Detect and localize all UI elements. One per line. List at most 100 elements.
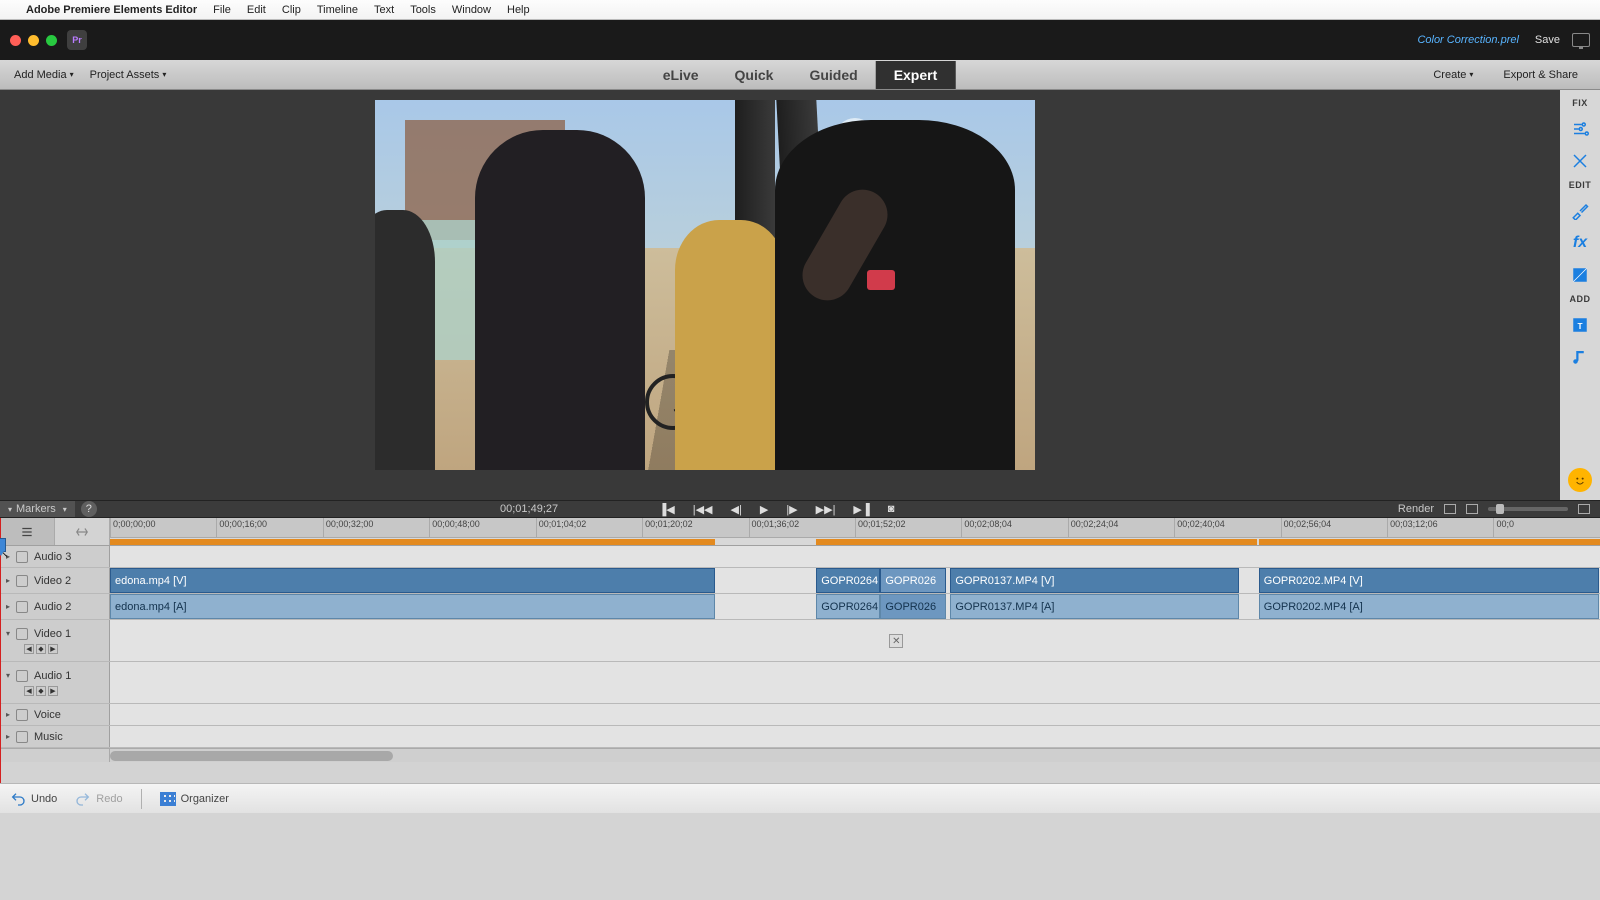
keyframe-add-icon[interactable]: ◆ bbox=[36, 686, 46, 696]
menu-timeline[interactable]: Timeline bbox=[317, 4, 358, 16]
step-forward-icon[interactable]: |▶ bbox=[786, 503, 797, 516]
undo-button[interactable]: Undo bbox=[10, 791, 57, 807]
track-header-video1[interactable]: ▾Video 1 ◀ ◆ ▶ bbox=[0, 620, 110, 661]
menu-window[interactable]: Window bbox=[452, 4, 491, 16]
minimize-window-icon[interactable] bbox=[28, 35, 39, 46]
effects-brush-icon[interactable] bbox=[1567, 198, 1593, 224]
menu-clip[interactable]: Clip bbox=[282, 4, 301, 16]
project-assets-button[interactable]: Project Assets bbox=[82, 69, 175, 81]
tab-guided[interactable]: Guided bbox=[791, 61, 875, 89]
track-header-voice[interactable]: ▸Voice bbox=[0, 704, 110, 725]
keyframe-prev-icon[interactable]: ◀ bbox=[24, 644, 34, 654]
keyframe-next-icon[interactable]: ▶ bbox=[48, 686, 58, 696]
menu-text[interactable]: Text bbox=[374, 4, 394, 16]
transitions-icon[interactable] bbox=[1567, 262, 1593, 288]
menu-file[interactable]: File bbox=[213, 4, 231, 16]
render-button[interactable]: Render bbox=[1398, 503, 1434, 515]
snapshot-icon[interactable]: ◙ bbox=[888, 503, 895, 516]
track-header-audio1[interactable]: ▾Audio 1 ◀ ◆ ▶ bbox=[0, 662, 110, 703]
clip-edona-a[interactable]: edona.mp4 [A] bbox=[110, 594, 715, 619]
track-video2[interactable]: edona.mp4 [V] GOPR0264. GOPR026 GOPR0137… bbox=[110, 568, 1600, 593]
save-button[interactable]: Save bbox=[1535, 34, 1560, 46]
clip-gopr026-v[interactable]: GOPR026 bbox=[880, 568, 946, 593]
time-stretch-tool-icon[interactable] bbox=[55, 518, 110, 545]
right-tool-panel: FIX EDIT fx ADD T bbox=[1560, 90, 1600, 500]
goto-start-icon[interactable]: ▐◀ bbox=[658, 503, 674, 516]
adjust-sliders-icon[interactable] bbox=[1567, 116, 1593, 142]
video-preview[interactable] bbox=[375, 100, 1035, 470]
eye-icon[interactable] bbox=[16, 628, 28, 640]
prev-edit-icon[interactable]: |◀◀ bbox=[693, 503, 713, 516]
add-media-button[interactable]: Add Media bbox=[6, 69, 82, 81]
transport-bar: Markers▾ ? 00;01;49;27 ▐◀ |◀◀ ◀| ▶ |▶ ▶▶… bbox=[0, 500, 1600, 518]
track-audio2[interactable]: edona.mp4 [A] GOPR0264. GOPR026 GOPR0137… bbox=[110, 594, 1600, 619]
step-back-icon[interactable]: ◀| bbox=[731, 503, 742, 516]
clip-gopr0264-v[interactable]: GOPR0264. bbox=[816, 568, 880, 593]
feedback-smiley-icon[interactable] bbox=[1568, 468, 1592, 492]
track-voice[interactable] bbox=[110, 704, 1600, 725]
selection-tool-icon[interactable] bbox=[0, 518, 55, 545]
window-traffic-lights bbox=[10, 35, 57, 46]
track-audio1[interactable] bbox=[110, 662, 1600, 703]
clip-gopr0137-a[interactable]: GOPR0137.MP4 [A] bbox=[950, 594, 1239, 619]
menu-tools[interactable]: Tools bbox=[410, 4, 436, 16]
track-header-audio3[interactable]: ▸Audio 3 bbox=[0, 546, 110, 567]
clip-gopr0137-v[interactable]: GOPR0137.MP4 [V] bbox=[950, 568, 1239, 593]
clip-gopr0202-a[interactable]: GOPR0202.MP4 [A] bbox=[1259, 594, 1599, 619]
create-button[interactable]: Create bbox=[1425, 69, 1481, 81]
fx-icon[interactable]: fx bbox=[1567, 230, 1593, 256]
speaker-icon[interactable] bbox=[16, 670, 28, 682]
titles-icon[interactable]: T bbox=[1567, 312, 1593, 338]
track-music[interactable] bbox=[110, 726, 1600, 747]
zoom-window-icon[interactable] bbox=[46, 35, 57, 46]
redo-button[interactable]: Redo bbox=[75, 791, 122, 807]
fit-timeline-icon[interactable] bbox=[1578, 504, 1590, 514]
mic-icon[interactable] bbox=[16, 709, 28, 721]
app-icon bbox=[67, 30, 87, 50]
main-toolbar: Add Media Project Assets eLive Quick Gui… bbox=[0, 60, 1600, 90]
keyframe-next-icon[interactable]: ▶ bbox=[48, 644, 58, 654]
tab-elive[interactable]: eLive bbox=[645, 61, 717, 89]
clip-gopr0202-v[interactable]: GOPR0202.MP4 [V] bbox=[1259, 568, 1599, 593]
time-ruler[interactable]: 0;00;00;0000;00;16;0000;00;32;0000;00;48… bbox=[110, 518, 1600, 545]
markers-dropdown[interactable]: Markers▾ bbox=[0, 501, 75, 517]
next-edit-icon[interactable]: ▶▶| bbox=[816, 503, 836, 516]
track-header-video2[interactable]: ▸Video 2 bbox=[0, 568, 110, 593]
music-note-icon[interactable] bbox=[1567, 344, 1593, 370]
delete-marker-icon[interactable]: ✕ bbox=[889, 634, 903, 648]
goto-end-icon[interactable]: ▶▐ bbox=[853, 503, 869, 516]
track-audio3[interactable] bbox=[110, 546, 1600, 567]
display-mode-icon[interactable] bbox=[1466, 504, 1478, 514]
speaker-icon[interactable] bbox=[16, 551, 28, 563]
app-name[interactable]: Adobe Premiere Elements Editor bbox=[26, 4, 197, 16]
track-video1[interactable]: ✕ bbox=[110, 620, 1600, 661]
fullscreen-icon[interactable] bbox=[1572, 33, 1590, 47]
tab-expert[interactable]: Expert bbox=[876, 61, 956, 89]
menu-edit[interactable]: Edit bbox=[247, 4, 266, 16]
keyframe-prev-icon[interactable]: ◀ bbox=[24, 686, 34, 696]
clip-gopr026-a[interactable]: GOPR026 bbox=[880, 594, 946, 619]
speaker-icon[interactable] bbox=[16, 601, 28, 613]
track-header-audio2[interactable]: ▸Audio 2 bbox=[0, 594, 110, 619]
menu-help[interactable]: Help bbox=[507, 4, 530, 16]
keyframe-add-icon[interactable]: ◆ bbox=[36, 644, 46, 654]
close-window-icon[interactable] bbox=[10, 35, 21, 46]
tab-quick[interactable]: Quick bbox=[717, 61, 792, 89]
playhead-grip-icon[interactable] bbox=[0, 538, 6, 552]
playhead[interactable] bbox=[0, 518, 1, 783]
panel-add-label: ADD bbox=[1570, 294, 1591, 304]
current-timecode[interactable]: 00;01;49;27 bbox=[500, 503, 558, 515]
clip-gopr0264-a[interactable]: GOPR0264. bbox=[816, 594, 880, 619]
eye-icon[interactable] bbox=[16, 575, 28, 587]
export-share-button[interactable]: Export & Share bbox=[1495, 69, 1586, 81]
clip-edona-v[interactable]: edona.mp4 [V] bbox=[110, 568, 715, 593]
tools-crossed-icon[interactable] bbox=[1567, 148, 1593, 174]
organizer-button[interactable]: Organizer bbox=[160, 792, 229, 806]
timeline-scrollbar[interactable] bbox=[0, 748, 1600, 762]
timeline-zoom-slider[interactable] bbox=[1488, 507, 1568, 511]
music-icon[interactable] bbox=[16, 731, 28, 743]
safe-margins-icon[interactable] bbox=[1444, 504, 1456, 514]
track-header-music[interactable]: ▸Music bbox=[0, 726, 110, 747]
help-icon[interactable]: ? bbox=[81, 501, 97, 517]
play-icon[interactable]: ▶ bbox=[760, 503, 768, 516]
